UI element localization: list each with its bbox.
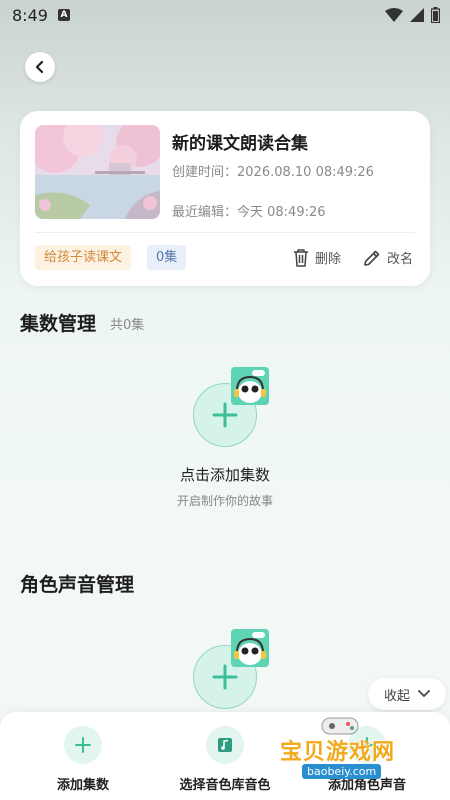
- plus-icon: [212, 402, 238, 428]
- status-bar: 8:49 A: [0, 0, 450, 32]
- music-library-icon: [218, 738, 232, 752]
- last-edited-time: 最近编辑：今天 08:49:26: [172, 205, 326, 220]
- battery-icon: [431, 7, 440, 23]
- card-divider: [35, 232, 415, 233]
- plus-icon: [212, 664, 238, 690]
- select-voice-library-label: 选择音色库音色: [179, 778, 271, 793]
- collapse-label: 收起: [383, 688, 410, 704]
- chevron-down-icon: [418, 690, 430, 697]
- episode-count: 共0集: [110, 318, 145, 333]
- episodes-section-title: 集数管理: [20, 313, 97, 335]
- back-button[interactable]: [25, 52, 55, 82]
- category-tag: 给孩子读课文: [35, 245, 132, 270]
- collection-title: 新的课文朗读合集: [172, 134, 308, 154]
- watermark: 宝贝游戏网 baobeiy.com: [278, 712, 448, 792]
- watermark-url: baobeiy.com: [302, 764, 382, 779]
- collection-cover-image: [35, 125, 160, 219]
- voices-section-title: 角色声音管理: [20, 574, 135, 596]
- pencil-icon: [364, 250, 380, 266]
- trash-icon: [294, 248, 308, 267]
- delete-label: 删除: [315, 252, 342, 267]
- empty-episodes-subtitle: 开启制作你的故事: [176, 494, 273, 508]
- select-voice-library-action[interactable]: 选择音色库音色: [160, 726, 290, 793]
- created-time: 创建时间：2026.08.10 08:49:26: [172, 165, 374, 180]
- chevron-left-icon: [35, 60, 44, 74]
- plus-icon: [75, 737, 91, 753]
- mascot-avatar: [231, 367, 269, 405]
- notification-icon: A: [58, 9, 70, 21]
- collapse-button[interactable]: 收起: [368, 678, 446, 710]
- episode-count-badge: 0集: [147, 245, 187, 270]
- status-time: 8:49: [12, 6, 48, 25]
- signal-icon: [410, 8, 424, 22]
- add-episode-action-label: 添加集数: [56, 778, 109, 793]
- mascot-avatar: [231, 629, 269, 667]
- rename-label: 改名: [387, 252, 414, 267]
- status-icons: [385, 7, 440, 23]
- collection-card: 新的课文朗读合集 创建时间：2026.08.10 08:49:26 最近编辑：今…: [20, 111, 430, 286]
- empty-episodes-title: 点击添加集数: [179, 466, 270, 484]
- add-episode-action[interactable]: 添加集数: [18, 726, 148, 793]
- rename-button[interactable]: 改名: [363, 248, 413, 267]
- wifi-icon: [385, 8, 403, 22]
- delete-button[interactable]: 删除: [293, 248, 341, 267]
- watermark-text: 宝贝游戏网: [280, 740, 396, 765]
